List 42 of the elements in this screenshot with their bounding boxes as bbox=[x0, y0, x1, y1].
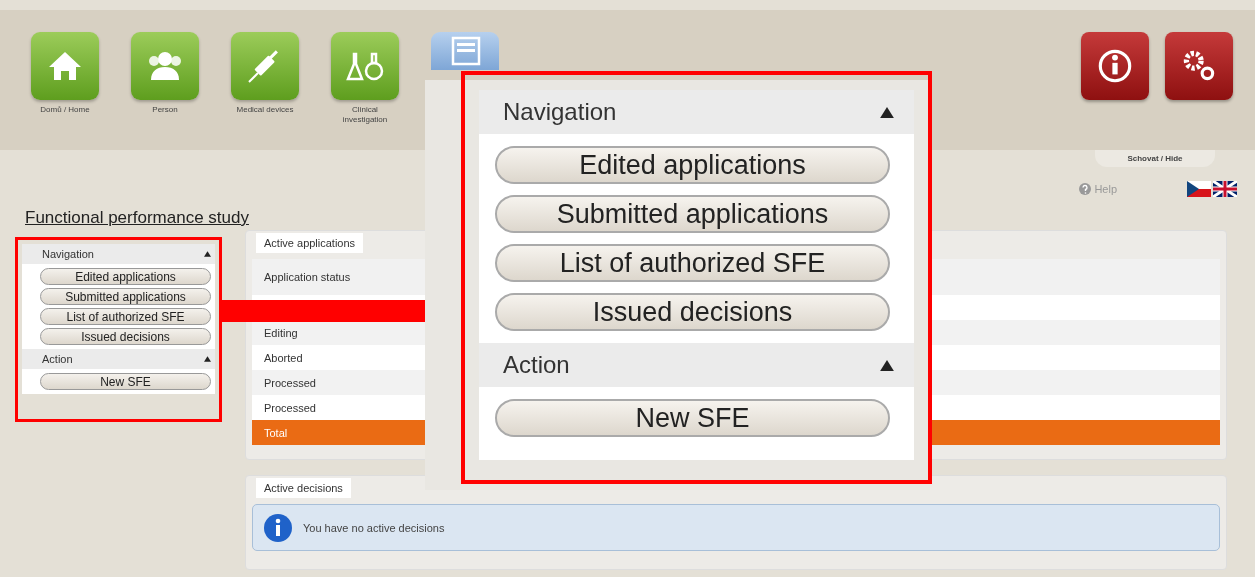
collapse-icon[interactable] bbox=[204, 251, 211, 257]
nav-button[interactable]: Submitted applications bbox=[40, 288, 211, 305]
module-label: Domů / Home bbox=[40, 105, 90, 116]
help-icon bbox=[1079, 183, 1092, 195]
collapse-icon[interactable] bbox=[880, 106, 894, 118]
table-cell: Editing bbox=[264, 326, 298, 339]
nav-button[interactable]: Submitted applications bbox=[495, 195, 890, 233]
panel-tab[interactable]: Active decisions bbox=[256, 478, 351, 498]
home-icon[interactable] bbox=[31, 32, 99, 100]
info-message: You have no active decisions bbox=[303, 521, 445, 534]
nav-button[interactable]: List of authorized SFE bbox=[40, 308, 211, 325]
nav-button[interactable]: New SFE bbox=[495, 399, 890, 437]
nav-button[interactable]: Issued decisions bbox=[495, 293, 890, 331]
nav-button[interactable]: List of authorized SFE bbox=[495, 244, 890, 282]
czech-flag-icon[interactable] bbox=[1187, 181, 1211, 197]
info-icon bbox=[263, 512, 293, 543]
page-title[interactable]: Functional performance study bbox=[25, 208, 249, 228]
module-label: Medical devices bbox=[236, 105, 294, 116]
column-header: Application status bbox=[264, 271, 351, 283]
table-cell: Total bbox=[264, 426, 288, 439]
collapse-icon[interactable] bbox=[204, 356, 211, 362]
table-cell: Aborted bbox=[264, 351, 303, 364]
nav-button[interactable]: New SFE bbox=[40, 373, 211, 390]
info-icon[interactable] bbox=[1081, 32, 1149, 100]
nav-button[interactable]: Edited applications bbox=[40, 268, 211, 285]
people-icon[interactable] bbox=[131, 32, 199, 100]
section-title: Action bbox=[503, 351, 570, 379]
table-cell: Processed bbox=[264, 376, 316, 389]
section-title: Action bbox=[42, 353, 73, 365]
section-title: Navigation bbox=[42, 248, 94, 260]
module-label: Person bbox=[152, 105, 178, 116]
settings-icon[interactable] bbox=[1165, 32, 1233, 100]
section-title: Navigation bbox=[503, 98, 617, 126]
module-label: Clinical investigation bbox=[341, 105, 389, 126]
nav-button[interactable]: Issued decisions bbox=[40, 328, 211, 345]
hide-tab[interactable]: Schovat / Hide bbox=[1095, 150, 1215, 167]
nav-button[interactable]: Edited applications bbox=[495, 146, 890, 184]
syringe-icon[interactable] bbox=[231, 32, 299, 100]
table-cell: Processed bbox=[264, 401, 316, 414]
panel-tab[interactable]: Active applications bbox=[256, 233, 364, 253]
uk-flag-icon[interactable] bbox=[1213, 181, 1237, 197]
flask-icon[interactable] bbox=[331, 32, 399, 100]
